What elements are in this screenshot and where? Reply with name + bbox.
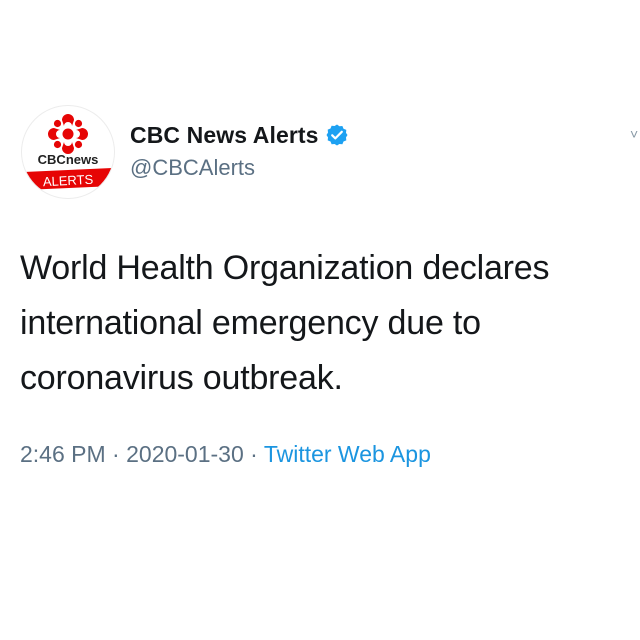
verified-badge-icon bbox=[325, 123, 349, 147]
display-name[interactable]: CBC News Alerts bbox=[130, 122, 319, 149]
tweet-card: CBCnews ALERTS CBC News Alerts @CBCAlert… bbox=[0, 0, 640, 640]
tweet-date[interactable]: 2020-01-30 bbox=[126, 441, 244, 467]
tweet-time[interactable]: 2:46 PM bbox=[20, 441, 106, 467]
tweet-text-line: international emergency due to bbox=[20, 304, 481, 342]
tweet-source-link[interactable]: Twitter Web App bbox=[264, 441, 431, 467]
avatar[interactable]: CBCnews ALERTS bbox=[22, 106, 114, 198]
tweet-meta: 2:46 PM · 2020-01-30 · Twitter Web App bbox=[20, 441, 431, 468]
user-handle[interactable]: @CBCAlerts bbox=[130, 155, 255, 181]
tweet-text: World Health Organization declares inter… bbox=[20, 241, 620, 406]
avatar-badge-text: ALERTS bbox=[42, 172, 93, 190]
avatar-brand-text: CBCnews bbox=[38, 152, 99, 167]
tweet-text-line: coronavirus outbreak. bbox=[20, 359, 343, 397]
tweet-text-line: World Health Organization declares bbox=[20, 249, 550, 287]
cbc-logo-icon: CBCnews ALERTS bbox=[24, 114, 114, 190]
author-name-row[interactable]: CBC News Alerts bbox=[130, 120, 349, 150]
meta-separator: · bbox=[112, 441, 120, 467]
chevron-down-icon[interactable]: ˅ bbox=[630, 126, 638, 142]
meta-separator: · bbox=[250, 441, 258, 467]
